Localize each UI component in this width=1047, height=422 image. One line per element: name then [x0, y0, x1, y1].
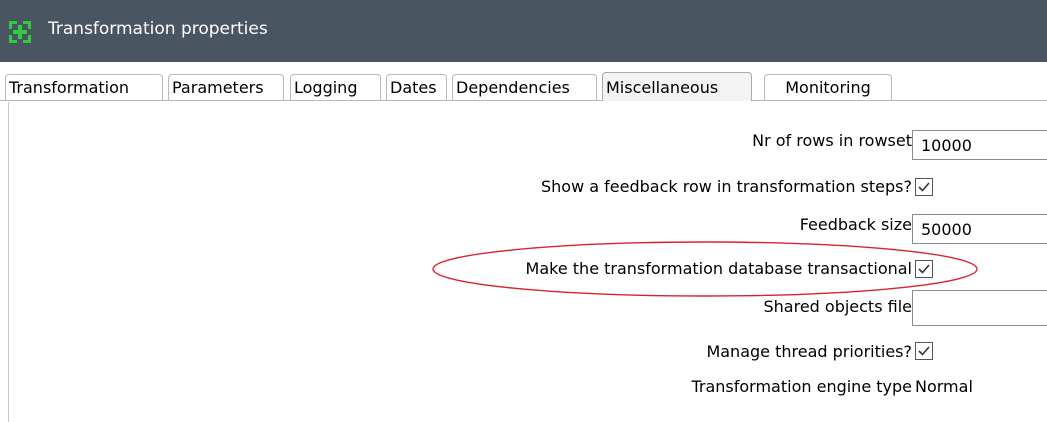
window-titlebar: Transformation properties: [0, 0, 1047, 62]
tab-transformation[interactable]: Transformation: [5, 74, 163, 100]
engine-type-label: Transformation engine type: [691, 377, 912, 396]
tab-miscellaneous[interactable]: Miscellaneous: [602, 72, 752, 101]
rowset-label: Nr of rows in rowset: [752, 131, 912, 150]
shared-objects-label: Shared objects file: [763, 297, 912, 316]
tab-logging[interactable]: Logging: [290, 74, 381, 100]
checkmark-icon: [918, 346, 930, 356]
transactional-checkbox[interactable]: [915, 260, 933, 278]
tab-monitoring[interactable]: Monitoring: [764, 74, 892, 100]
feedback-size-input[interactable]: 50000: [912, 214, 1047, 244]
thread-priorities-label: Manage thread priorities?: [706, 342, 912, 361]
transactional-label: Make the transformation database transac…: [525, 259, 912, 278]
tab-parameters[interactable]: Parameters: [168, 74, 284, 100]
engine-type-value: Normal: [915, 377, 973, 396]
tab-dates[interactable]: Dates: [386, 74, 447, 100]
thread-priorities-checkbox[interactable]: [915, 342, 933, 360]
rowset-input[interactable]: 10000: [912, 130, 1047, 160]
feedback-row-checkbox[interactable]: [915, 178, 933, 196]
tab-strip: Transformation Parameters Logging Dates …: [0, 62, 1047, 102]
spoon-transformation-icon: [8, 20, 32, 44]
checkmark-icon: [918, 182, 930, 192]
window-title: Transformation properties: [48, 19, 268, 39]
tab-dependencies[interactable]: Dependencies: [452, 74, 597, 100]
feedback-row-label: Show a feedback row in transformation st…: [540, 177, 912, 196]
shared-objects-input[interactable]: [912, 290, 1047, 326]
checkmark-icon: [918, 264, 930, 274]
miscellaneous-panel: Nr of rows in rowset 10000 Show a feedba…: [8, 102, 1047, 422]
feedback-size-label: Feedback size: [799, 215, 912, 234]
